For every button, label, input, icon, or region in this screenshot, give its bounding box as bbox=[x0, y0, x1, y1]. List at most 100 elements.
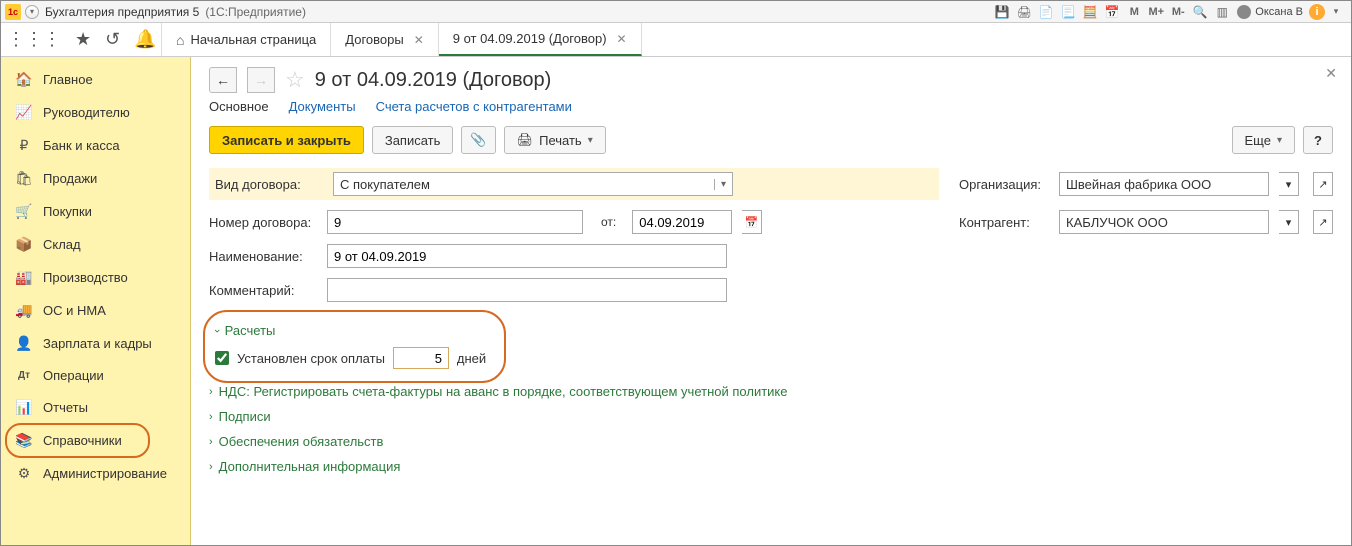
attach-button[interactable]: 📎 bbox=[461, 126, 495, 154]
sidebar-item-references[interactable]: 📚Справочники bbox=[1, 424, 190, 457]
print-icon[interactable]: 🖨 bbox=[1015, 3, 1033, 21]
date-input[interactable] bbox=[632, 210, 732, 234]
app-title: Бухгалтерия предприятия 5 bbox=[45, 5, 199, 19]
history-icon[interactable]: ↺ bbox=[105, 29, 120, 50]
sidebar-label: Главное bbox=[43, 72, 93, 87]
payment-days-input[interactable] bbox=[393, 347, 449, 369]
tab-contracts[interactable]: Договоры ✕ bbox=[331, 23, 439, 56]
num-input[interactable] bbox=[327, 210, 583, 234]
apps-icon[interactable]: ⋮⋮⋮ bbox=[7, 29, 61, 50]
nav-forward-button[interactable]: → bbox=[247, 67, 275, 93]
mem-mplus[interactable]: M+ bbox=[1147, 3, 1165, 21]
section-podpisi[interactable]: ›Подписи bbox=[209, 404, 1333, 429]
sidebar-item-purchases[interactable]: 🛒 Покупки bbox=[1, 195, 190, 228]
name-label: Наименование: bbox=[209, 249, 317, 264]
dropdown-icon: ▾ bbox=[714, 179, 726, 190]
payment-term-checkbox[interactable] bbox=[215, 351, 229, 365]
ruble-icon: ₽ bbox=[15, 137, 33, 154]
zoom-icon[interactable]: 🔍 bbox=[1191, 3, 1209, 21]
more-button[interactable]: Еще ▾ bbox=[1232, 126, 1295, 154]
subtab-docs[interactable]: Документы bbox=[289, 99, 356, 114]
sidebar-label: ОС и НМА bbox=[43, 303, 106, 318]
tabs-row: ⋮⋮⋮ ★ ↺ 🔔 ⌂ Начальная страница Договоры … bbox=[1, 23, 1351, 57]
doc-icon[interactable]: 📃 bbox=[1059, 3, 1077, 21]
quick-tools: ⋮⋮⋮ ★ ↺ 🔔 bbox=[1, 23, 161, 56]
sidebar-item-bank[interactable]: ₽Банк и касса bbox=[1, 129, 190, 162]
sidebar-item-assets[interactable]: 🚚ОС и НМА bbox=[1, 294, 190, 327]
open-ref-icon[interactable]: ↗ bbox=[1313, 210, 1333, 234]
button-row: Записать и закрыть Записать 📎 🖨 Печать ▾… bbox=[209, 126, 1333, 154]
sidebar-item-reports[interactable]: 📊Отчеты bbox=[1, 391, 190, 424]
close-icon[interactable]: ✕ bbox=[617, 32, 627, 46]
info-dropdown-icon[interactable]: ▾ bbox=[1327, 3, 1345, 21]
open-ref-icon[interactable]: ↗ bbox=[1313, 172, 1333, 196]
tab-home[interactable]: ⌂ Начальная страница bbox=[161, 23, 331, 56]
favorite-star-icon[interactable]: ☆ bbox=[285, 67, 305, 93]
name-input[interactable] bbox=[327, 244, 727, 268]
sidebar-item-admin[interactable]: ⚙Администрирование bbox=[1, 457, 190, 490]
payment-term-label: Установлен срок оплаты bbox=[237, 351, 385, 366]
sidebar-label: Администрирование bbox=[43, 466, 167, 481]
chart-icon: 📈 bbox=[15, 104, 33, 121]
home-icon: 🏠 bbox=[15, 71, 33, 88]
calc-icon[interactable]: 🧮 bbox=[1081, 3, 1099, 21]
dtKt-icon: Дт bbox=[15, 370, 33, 381]
sidebar-label: Продажи bbox=[43, 171, 97, 186]
app-subtitle: (1С:Предприятие) bbox=[205, 5, 306, 19]
sidebar-item-production[interactable]: 🏭Производство bbox=[1, 261, 190, 294]
close-page-icon[interactable]: ✕ bbox=[1325, 65, 1337, 82]
nav-back-button[interactable]: ← bbox=[209, 67, 237, 93]
subtab-accounts[interactable]: Счета расчетов с контрагентами bbox=[376, 99, 572, 114]
sidebar-item-sales[interactable]: 🛍 Продажи bbox=[1, 162, 190, 195]
tab-contract-9-label: 9 от 04.09.2019 (Договор) bbox=[453, 31, 607, 46]
org-label: Организация: bbox=[959, 177, 1049, 192]
save-icon[interactable]: 💾 bbox=[993, 3, 1011, 21]
bell-icon[interactable]: 🔔 bbox=[134, 29, 156, 50]
section-obesp[interactable]: ›Обеспечения обязательств bbox=[209, 429, 1333, 454]
sidebar-item-main[interactable]: 🏠 Главное bbox=[1, 63, 190, 96]
chevron-icon: › bbox=[209, 436, 213, 448]
user-avatar-icon[interactable] bbox=[1237, 5, 1251, 19]
close-icon[interactable]: ✕ bbox=[414, 33, 424, 47]
sidebar-item-warehouse[interactable]: 📦Склад bbox=[1, 228, 190, 261]
vid-select[interactable]: С покупателем ▾ bbox=[333, 172, 733, 196]
calendar-icon[interactable]: 📅 bbox=[742, 210, 762, 234]
panel-icon[interactable]: ▥ bbox=[1213, 3, 1231, 21]
bag-icon: 🛍 bbox=[15, 170, 33, 187]
contr-input[interactable]: КАБЛУЧОК ООО bbox=[1059, 210, 1269, 234]
view-icon[interactable]: 📄 bbox=[1037, 3, 1055, 21]
vid-value: С покупателем bbox=[340, 177, 430, 192]
cart-icon: 🛒 bbox=[15, 203, 33, 220]
info-icon[interactable]: i bbox=[1309, 4, 1325, 20]
section-dopinfo[interactable]: ›Дополнительная информация bbox=[209, 454, 1333, 479]
save-button[interactable]: Записать bbox=[372, 126, 454, 154]
form-grid: Вид договора: С покупателем ▾ Организаци… bbox=[209, 168, 1333, 302]
comment-input[interactable] bbox=[327, 278, 727, 302]
subtab-main[interactable]: Основное bbox=[209, 99, 269, 114]
mem-mminus[interactable]: M- bbox=[1169, 3, 1187, 21]
org-input[interactable]: Швейная фабрика ООО bbox=[1059, 172, 1269, 196]
tab-contract-9[interactable]: 9 от 04.09.2019 (Договор) ✕ bbox=[439, 23, 642, 56]
sections: ›Расчеты Установлен срок оплаты дней ›НД… bbox=[209, 316, 1333, 479]
sidebar: 🏠 Главное 📈Руководителю ₽Банк и касса 🛍 Пр… bbox=[1, 57, 191, 545]
help-button[interactable]: ? bbox=[1303, 126, 1333, 154]
section-raschety[interactable]: ›Расчеты bbox=[215, 318, 486, 343]
mem-m[interactable]: M bbox=[1125, 3, 1143, 21]
more-label: Еще bbox=[1245, 133, 1271, 148]
factory-icon: 🏭 bbox=[15, 269, 33, 286]
app-menu-dropdown[interactable]: ▾ bbox=[25, 5, 39, 19]
person-icon: 👤 bbox=[15, 335, 33, 352]
sidebar-label: Покупки bbox=[43, 204, 92, 219]
dropdown-icon[interactable]: ▾ bbox=[1279, 210, 1299, 234]
save-close-button[interactable]: Записать и закрыть bbox=[209, 126, 364, 154]
print-button[interactable]: 🖨 Печать ▾ bbox=[504, 126, 606, 154]
caret-down-icon: ▾ bbox=[588, 135, 593, 146]
star-icon[interactable]: ★ bbox=[75, 29, 91, 50]
calendar-icon[interactable]: 📅 bbox=[1103, 3, 1121, 21]
page-title: 9 от 04.09.2019 (Договор) bbox=[315, 69, 552, 92]
user-name[interactable]: Оксана В bbox=[1255, 6, 1303, 18]
sidebar-item-manager[interactable]: 📈Руководителю bbox=[1, 96, 190, 129]
sidebar-item-operations[interactable]: ДтОперации bbox=[1, 360, 190, 391]
dropdown-icon[interactable]: ▾ bbox=[1279, 172, 1299, 196]
sidebar-item-salary[interactable]: 👤Зарплата и кадры bbox=[1, 327, 190, 360]
